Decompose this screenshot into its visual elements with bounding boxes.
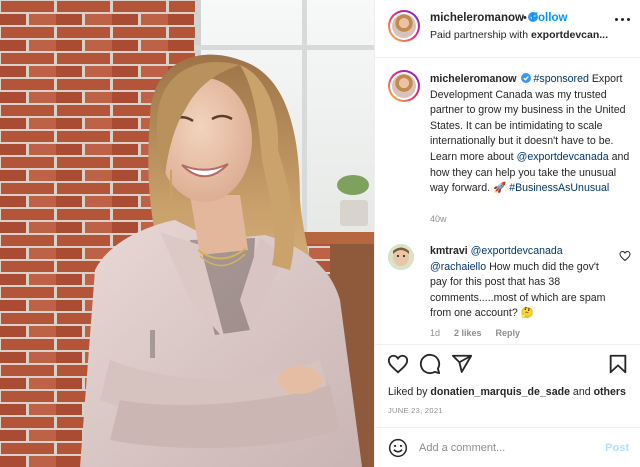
action-bar <box>375 344 640 384</box>
bookmark-icon[interactable] <box>607 353 629 375</box>
verified-badge-icon <box>520 73 531 83</box>
post-photo[interactable] <box>0 0 374 467</box>
comment-like-heart-icon[interactable] <box>619 250 631 262</box>
comment-timestamp[interactable]: 1d <box>430 328 440 338</box>
separator-dot: • <box>523 12 527 24</box>
hashtag-business-link[interactable]: #BusinessAsUnusual <box>509 182 609 194</box>
child-avatar-icon <box>388 244 414 270</box>
commenter-username[interactable]: kmtravi <box>430 245 468 257</box>
post-date[interactable]: JUNE 23, 2021 <box>388 406 443 415</box>
comment-mention-exportdevcanada[interactable]: @exportdevcanada <box>471 245 563 257</box>
mention-exportdevcanada-link[interactable]: @exportdevcanada <box>517 151 609 163</box>
post-comment-button[interactable]: Post <box>605 442 629 454</box>
comment-input[interactable] <box>419 437 589 459</box>
comment-text: kmtravi @exportdevcanada @rachaiello How… <box>430 244 614 322</box>
caption-timestamp[interactable]: 40w <box>430 214 447 224</box>
comment-icon[interactable] <box>419 353 441 375</box>
comment-likes-count[interactable]: 2 likes <box>454 328 482 338</box>
follow-button[interactable]: Follow <box>531 12 567 24</box>
woman-portrait-image <box>0 0 374 467</box>
author-avatar[interactable] <box>388 10 420 42</box>
author-username-text[interactable]: micheleromanow <box>430 12 524 24</box>
more-options-icon[interactable] <box>611 12 633 26</box>
comment-mention-rachaiello[interactable]: @rachaiello <box>430 261 486 273</box>
add-comment-bar: Post <box>375 427 640 467</box>
emoji-icon[interactable] <box>388 438 408 458</box>
liked-by-others-link[interactable]: others <box>594 386 626 398</box>
rocket-emoji: 🚀 <box>493 182 507 195</box>
comment-item: kmtravi @exportdevcanada @rachaiello How… <box>375 238 640 344</box>
liked-by-conjunction: and <box>572 386 591 398</box>
thinking-emoji: 🤔 <box>520 307 534 320</box>
paid-partnership-label: Paid partnership with exportdevcan... <box>430 29 608 41</box>
caption-author-avatar[interactable] <box>388 70 420 102</box>
post-caption: micheleromanow #sponsored Export Develop… <box>375 58 640 228</box>
author-username[interactable]: micheleromanow <box>430 12 538 24</box>
commenter-avatar[interactable] <box>388 244 414 270</box>
heart-icon[interactable] <box>387 353 409 375</box>
share-icon[interactable] <box>451 353 473 375</box>
instagram-post: micheleromanow • Follow Paid partnership… <box>0 0 640 467</box>
caption-username[interactable]: micheleromanow <box>430 73 517 85</box>
post-side-panel: micheleromanow • Follow Paid partnership… <box>374 0 640 467</box>
post-header: micheleromanow • Follow Paid partnership… <box>375 0 640 58</box>
liked-by-line: Liked by donatien_marquis_de_sade and ot… <box>388 386 626 398</box>
reply-button[interactable]: Reply <box>496 328 521 338</box>
liked-by-user-link[interactable]: donatien_marquis_de_sade <box>430 386 570 398</box>
caption-text: micheleromanow #sponsored Export Develop… <box>430 72 630 197</box>
caption-body-1: Export Development Canada was my trusted… <box>430 73 626 163</box>
comment-meta: 1d 2 likes Reply <box>430 328 520 338</box>
partnership-prefix: Paid partnership with <box>430 29 529 41</box>
hashtag-sponsored-link[interactable]: #sponsored <box>534 73 589 85</box>
partner-link[interactable]: exportdevcan... <box>531 29 608 41</box>
liked-by-prefix: Liked by <box>388 386 428 398</box>
